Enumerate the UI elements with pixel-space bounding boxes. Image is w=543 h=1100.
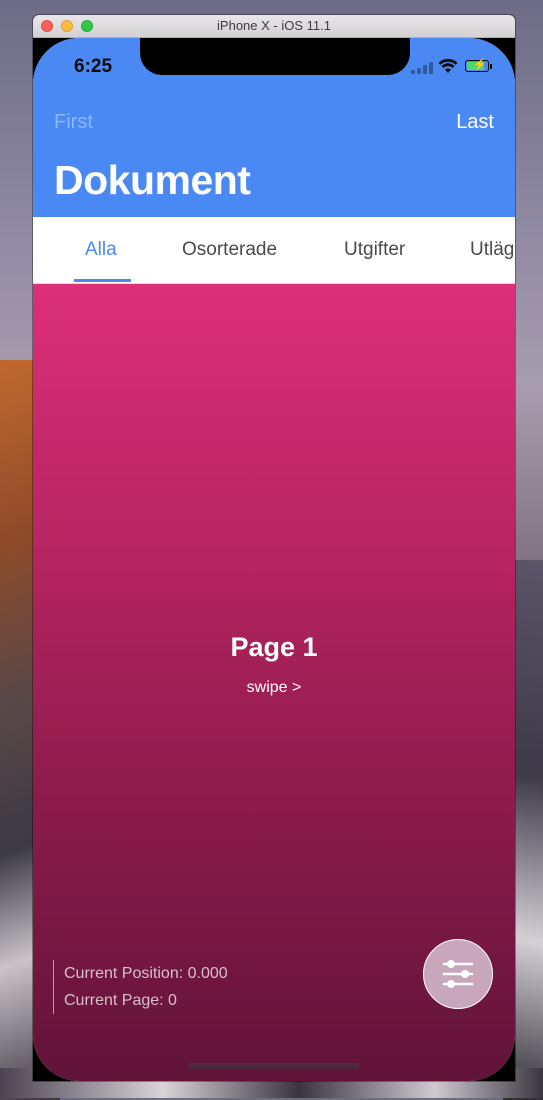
swipe-hint: swipe > [246,679,302,696]
page-title: Dokument [54,157,251,203]
current-page-text: Current Page: 0 [64,992,177,1009]
window-titlebar: iPhone X - iOS 11.1 [33,15,515,38]
wifi-icon [438,58,458,79]
phone-screen: 6:25 ⚡ First Last Dokument Alla Osortera… [33,38,515,1081]
home-indicator[interactable] [188,1063,360,1069]
tab-utgifter[interactable]: Utgifter [344,239,405,261]
window-title: iPhone X - iOS 11.1 [217,18,331,33]
first-button[interactable]: First [54,111,93,134]
last-button[interactable]: Last [456,111,494,134]
tab-alla[interactable]: Alla [85,239,117,261]
navigation-bar: First Last Dokument [33,98,515,217]
device-notch [140,38,410,75]
pager-page[interactable]: Page 1 swipe > Current Position: 0.000 C… [33,284,515,1081]
simulator-window: iPhone X - iOS 11.1 6:25 ⚡ First Last Do… [33,15,515,1081]
battery-tip [490,64,492,69]
tab-indicator [74,279,131,282]
page-heading: Page 1 [230,632,318,662]
signal-bars-icon [411,62,433,74]
status-time: 6:25 [74,56,113,77]
pager-info: Current Position: 0.000 Current Page: 0 [53,960,228,1014]
tab-bar: Alla Osorterade Utgifter Utlägg [33,217,515,284]
current-position-text: Current Position: 0.000 [64,965,228,982]
sliders-icon [442,960,474,988]
status-bar: 6:25 ⚡ [33,38,515,98]
filter-fab-button[interactable] [423,939,493,1009]
tab-osorterade[interactable]: Osorterade [182,239,277,261]
tab-utlagg[interactable]: Utlägg [470,239,515,261]
battery-charging-icon: ⚡ [465,59,489,72]
